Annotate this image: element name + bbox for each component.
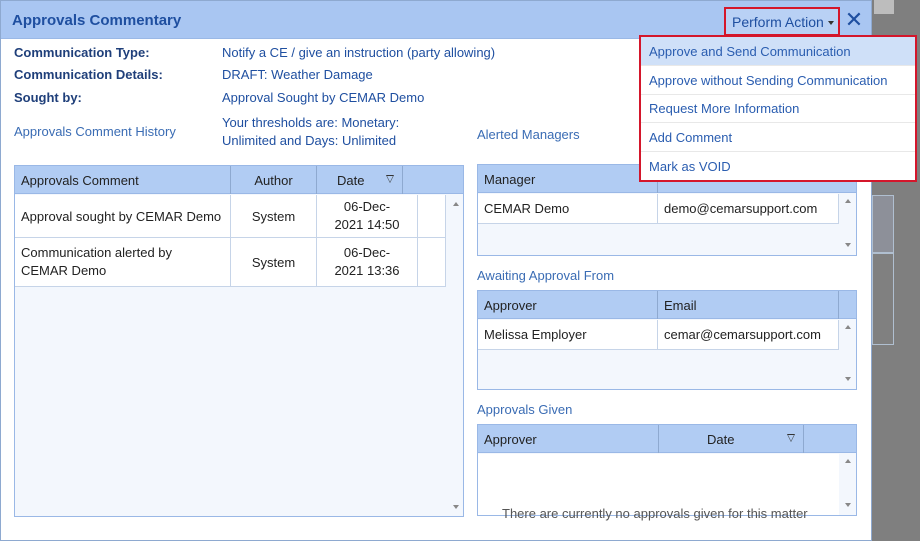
author-cell: System (231, 195, 317, 237)
menu-item-add-comment[interactable]: Add Comment (641, 123, 915, 152)
grid-header: Approver Date (478, 425, 856, 453)
thresholds-line2: Unlimited and Days: Unlimited (222, 133, 397, 148)
perform-action-button[interactable]: Perform Action (724, 7, 840, 36)
awaiting-approval-title: Awaiting Approval From (477, 268, 615, 283)
background-box (872, 253, 894, 345)
column-header-date[interactable]: Date (317, 166, 403, 194)
close-icon[interactable]: ✕ (844, 9, 864, 31)
menu-item-approve-and-send[interactable]: Approve and Send Communication (641, 37, 915, 66)
perform-action-label: Perform Action (732, 14, 824, 30)
comment-cell: Communication alerted by CEMAR Demo (15, 238, 231, 286)
column-header-spacer (403, 166, 431, 194)
comments-grid-header: Approvals Comment Author Date (15, 166, 463, 194)
column-header-date-label: Date (707, 432, 735, 447)
caret-down-icon (828, 21, 834, 25)
row-spacer (418, 195, 446, 237)
dialog-header: Approvals Commentary Perform Action ✕ (1, 1, 871, 39)
scroll-up-icon[interactable] (845, 459, 851, 463)
approvals-given-grid: Approver Date There are currently no app… (477, 424, 857, 521)
date-line1: 06-Dec- (343, 245, 391, 260)
column-header-author[interactable]: Author (231, 166, 317, 194)
communication-details-label: Communication Details: (14, 67, 163, 82)
empty-message: There are currently no approvals given f… (502, 506, 808, 521)
alerted-managers-title: Alerted Managers (477, 127, 580, 142)
column-header-spacer (804, 425, 856, 453)
comment-line1: Communication alerted by (21, 245, 173, 260)
date-line1: 06-Dec- (343, 199, 391, 214)
column-header-date[interactable]: Date (659, 425, 804, 453)
table-row[interactable]: Approval sought by CEMAR Demo System 06-… (15, 195, 446, 238)
grid-header: Approver Email (478, 291, 856, 319)
filter-icon[interactable] (787, 434, 795, 442)
scroll-down-icon[interactable] (453, 505, 459, 509)
manager-email-cell: demo@cemarsupport.com (658, 194, 839, 223)
table-row[interactable]: Communication alerted by CEMAR Demo Syst… (15, 238, 446, 287)
column-header-manager[interactable]: Manager (478, 165, 658, 193)
communication-details-value: DRAFT: Weather Damage (222, 67, 373, 82)
scroll-up-icon[interactable] (453, 202, 459, 206)
scroll-up-icon[interactable] (845, 199, 851, 203)
column-header-approver[interactable]: Approver (478, 425, 659, 453)
scroll-down-icon[interactable] (845, 377, 851, 381)
sought-by-value: Approval Sought by CEMAR Demo (222, 90, 425, 105)
manager-name-cell: CEMAR Demo (478, 194, 658, 223)
author-cell: System (231, 238, 317, 286)
scroll-up-icon[interactable] (845, 325, 851, 329)
approver-name-cell: Melissa Employer (478, 320, 658, 349)
date-line2: 2021 14:50 (334, 217, 400, 232)
filter-icon[interactable] (386, 175, 394, 183)
scroll-down-icon[interactable] (845, 503, 851, 507)
table-row[interactable]: CEMAR Demo demo@cemarsupport.com (478, 194, 839, 224)
menu-item-request-more-information[interactable]: Request More Information (641, 94, 915, 123)
scroll-down-icon[interactable] (845, 243, 851, 247)
comments-grid: Approvals Comment Author Date Approval s… (14, 165, 464, 517)
date-line2: 2021 13:36 (334, 263, 400, 278)
dialog-title: Approvals Commentary (12, 12, 182, 29)
approver-email-cell: cemar@cemarsupport.com (658, 320, 839, 349)
sought-by-label: Sought by: (14, 90, 82, 105)
empty-grid-body: There are currently no approvals given f… (478, 454, 839, 521)
menu-item-mark-as-void[interactable]: Mark as VOID (641, 152, 915, 181)
thresholds-line1: Your thresholds are: Monetary: (222, 115, 400, 130)
history-section-title: Approvals Comment History (14, 124, 176, 139)
background-box (872, 195, 894, 253)
communication-type-value: Notify a CE / give an instruction (party… (222, 45, 496, 60)
communication-type-label: Communication Type: (14, 45, 150, 60)
perform-action-menu: Approve and Send Communication Approve w… (639, 35, 917, 182)
date-cell: 06-Dec- 2021 13:36 (317, 238, 418, 286)
row-spacer (418, 238, 446, 286)
column-header-comment[interactable]: Approvals Comment (15, 166, 231, 194)
awaiting-approval-grid: Approver Email Melissa Employer cemar@ce… (477, 290, 857, 390)
approvals-given-title: Approvals Given (477, 402, 573, 417)
comment-cell: Approval sought by CEMAR Demo (15, 195, 231, 237)
column-header-date-label: Date (337, 173, 365, 188)
menu-item-approve-without-sending[interactable]: Approve without Sending Communication (641, 66, 915, 95)
comment-line2: CEMAR Demo (21, 263, 107, 278)
table-row[interactable]: Melissa Employer cemar@cemarsupport.com (478, 320, 839, 350)
column-header-email[interactable]: Email (658, 291, 839, 319)
column-header-spacer (839, 291, 856, 319)
column-header-approver[interactable]: Approver (478, 291, 658, 319)
date-cell: 06-Dec- 2021 14:50 (317, 195, 418, 237)
background-scrollbar (874, 0, 894, 14)
